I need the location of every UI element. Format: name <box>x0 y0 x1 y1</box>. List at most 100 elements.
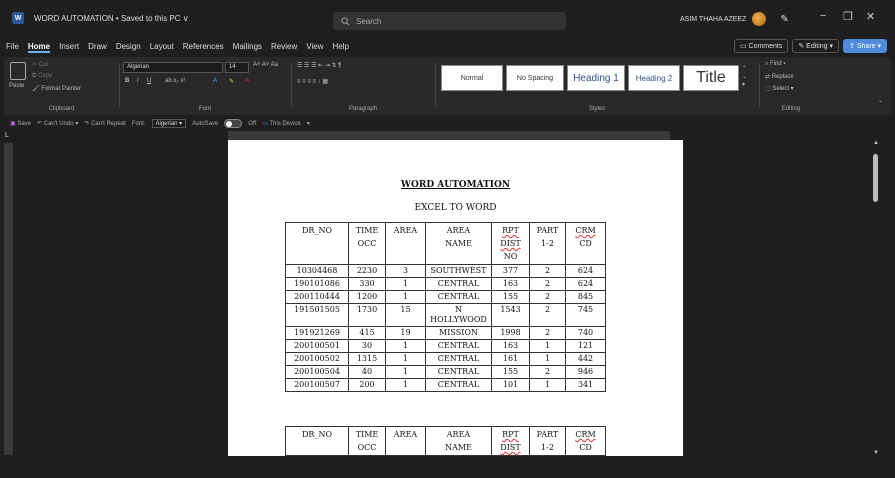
table-cell: 1 <box>385 378 426 392</box>
vertical-ruler[interactable] <box>4 143 13 455</box>
style-no-spacing[interactable]: No Spacing <box>506 65 564 91</box>
tab-mailings[interactable]: Mailings <box>233 42 262 53</box>
find-button[interactable]: ⌕ Find ▾ <box>765 61 786 68</box>
document-title[interactable]: WORD AUTOMATION • Saved to this PC ∨ <box>34 14 189 23</box>
tab-selector-icon[interactable]: L <box>5 132 9 139</box>
tab-file[interactable]: File <box>6 42 19 53</box>
word-app-icon[interactable]: W <box>12 12 24 24</box>
document-heading: WORD AUTOMATION <box>400 180 511 190</box>
redo-button[interactable]: ↷ Can't Repeat <box>84 120 126 127</box>
save-button[interactable]: ▣ Save <box>10 120 31 127</box>
paste-button[interactable]: Paste <box>9 83 24 89</box>
search-box[interactable]: Search <box>333 12 566 30</box>
list-icons[interactable]: ☰ ☰ ☰ ⇤ ⇥ ⇅ ¶ <box>297 62 341 69</box>
tab-design[interactable]: Design <box>116 42 141 53</box>
paste-icon[interactable] <box>10 62 26 80</box>
minimize-button[interactable]: − <box>820 10 826 22</box>
header-dr-no: DR_NO <box>285 222 349 265</box>
tab-layout[interactable]: Layout <box>150 42 174 53</box>
table-cell: CENTRAL <box>425 378 492 392</box>
pen-icon[interactable]: ✎ <box>780 14 788 25</box>
tab-references[interactable]: References <box>183 42 224 53</box>
table-cell: 1315 <box>348 352 386 366</box>
font-size-dropdown[interactable]: 14 <box>225 62 249 73</box>
grow-font-icon[interactable]: A˄ A˅ Aa <box>253 62 278 68</box>
bold-button[interactable]: B <box>125 78 129 84</box>
table-cell: 1 <box>529 378 566 392</box>
header-rpt-dist-no-line-1: RPT <box>502 430 519 439</box>
editing-mode-button[interactable]: ✎ Editing ▾ <box>792 39 840 53</box>
tab-help[interactable]: Help <box>332 42 348 53</box>
format-painter-button[interactable]: 🖌 Format Painter <box>32 85 81 92</box>
close-button[interactable]: ✕ <box>866 10 875 23</box>
undo-button[interactable]: ↶ Can't Undo ▾ <box>37 120 78 127</box>
style-heading-2[interactable]: Heading 2 <box>628 65 680 91</box>
replace-button[interactable]: ⇄ Replace <box>765 73 794 80</box>
user-account[interactable]: ASIM THAHA AZEEZ ✎ <box>680 12 789 26</box>
qat-font-dropdown[interactable]: Algerian ▾ <box>151 119 187 128</box>
tab-draw[interactable]: Draw <box>88 42 107 53</box>
qat-customize-icon[interactable]: ▾ <box>307 120 310 127</box>
highlight-icon[interactable]: ✎ <box>229 78 234 85</box>
table-cell: 200110444 <box>285 290 349 304</box>
table-cell: 341 <box>565 378 606 392</box>
tab-view[interactable]: View <box>306 42 323 53</box>
table-cell: 101 <box>491 378 530 392</box>
scrollbar-thumb[interactable] <box>873 154 878 202</box>
align-icons[interactable]: ≡ ≡ ≡ ≡ ↕ ▦ <box>297 78 328 85</box>
styles-scroll-icon[interactable]: ⌃ ⌄ ▾ <box>742 65 747 89</box>
table-cell: 2 <box>529 326 566 340</box>
header-rpt-dist-no-line-1: RPT <box>502 226 519 235</box>
table-cell: 200100501 <box>285 339 349 353</box>
header-dr-no-label: DR_NO <box>302 226 332 235</box>
horizontal-ruler[interactable] <box>228 131 670 140</box>
header-part-line-1: PART <box>536 430 559 439</box>
strikethrough-button[interactable]: ab x₂ x² <box>165 78 185 84</box>
style-normal[interactable]: Normal <box>441 65 503 91</box>
underline-button[interactable]: U <box>147 78 151 84</box>
select-label: Select ▾ <box>772 86 794 92</box>
table-cell: 946 <box>565 365 606 379</box>
table-cell: 40 <box>348 365 386 379</box>
paragraph-group-label: Paragraph <box>348 106 378 112</box>
editing-group-label: Editing <box>781 106 801 112</box>
share-button[interactable]: ⇪ Share ▾ <box>843 39 887 53</box>
document-canvas[interactable]: WORD AUTOMATION EXCEL TO WORD DR_NO TIME… <box>13 140 871 456</box>
style-heading-1[interactable]: Heading 1 <box>567 65 625 91</box>
copy-button[interactable]: ⧉ Copy <box>32 73 52 80</box>
table-cell: 1 <box>385 352 426 366</box>
styles-group-label: Styles <box>588 106 606 112</box>
header-rpt-dist-no-line-2: DIST <box>500 443 521 452</box>
document-page[interactable]: WORD AUTOMATION EXCEL TO WORD DR_NO TIME… <box>228 140 683 456</box>
font-color-icon[interactable]: A <box>245 78 249 84</box>
scroll-up-icon[interactable]: ▲ <box>873 140 879 146</box>
share-label: Share ▾ <box>856 43 881 50</box>
select-button[interactable]: ⬚ Select ▾ <box>765 85 794 92</box>
tab-insert[interactable]: Insert <box>59 42 79 53</box>
font-name-dropdown[interactable]: Algerian <box>123 62 223 73</box>
avatar[interactable] <box>752 12 767 26</box>
vertical-scrollbar[interactable]: ▲ ▼ <box>871 140 881 456</box>
header-rpt-dist-no: RPT DIST NO <box>491 222 530 265</box>
tab-review[interactable]: Review <box>271 42 297 53</box>
header-crm-cd-line-2: CD <box>579 443 592 452</box>
autosave-toggle[interactable] <box>224 119 243 128</box>
cut-button[interactable]: ✂ Cut <box>32 61 48 68</box>
comments-button[interactable]: ▭ Comments <box>733 39 789 53</box>
pencil-icon: ✎ <box>798 43 807 50</box>
table-row: 191921269 415 19 MISSION 1998 2 740 <box>285 326 606 340</box>
italic-button[interactable]: I <box>137 78 139 84</box>
font-group-label: Font <box>198 106 211 112</box>
style-title[interactable]: Title <box>683 65 739 91</box>
this-device-label: This Device <box>269 121 301 127</box>
table-cell: 740 <box>565 326 606 340</box>
maximize-button[interactable]: ❐ <box>843 10 853 23</box>
tab-home[interactable]: Home <box>27 42 51 53</box>
collapse-ribbon-icon[interactable]: ⌄ <box>878 97 883 104</box>
this-device-button[interactable]: ▭ This Device <box>262 120 301 127</box>
ribbon-divider <box>119 63 120 107</box>
table-header-row: DR_NO TIME OCC AREA AREA NAME RPT DIST PART… <box>285 426 606 456</box>
text-effects-icon[interactable]: A <box>213 78 217 84</box>
table-cell: 624 <box>565 264 606 278</box>
table-cell: 845 <box>565 290 606 304</box>
